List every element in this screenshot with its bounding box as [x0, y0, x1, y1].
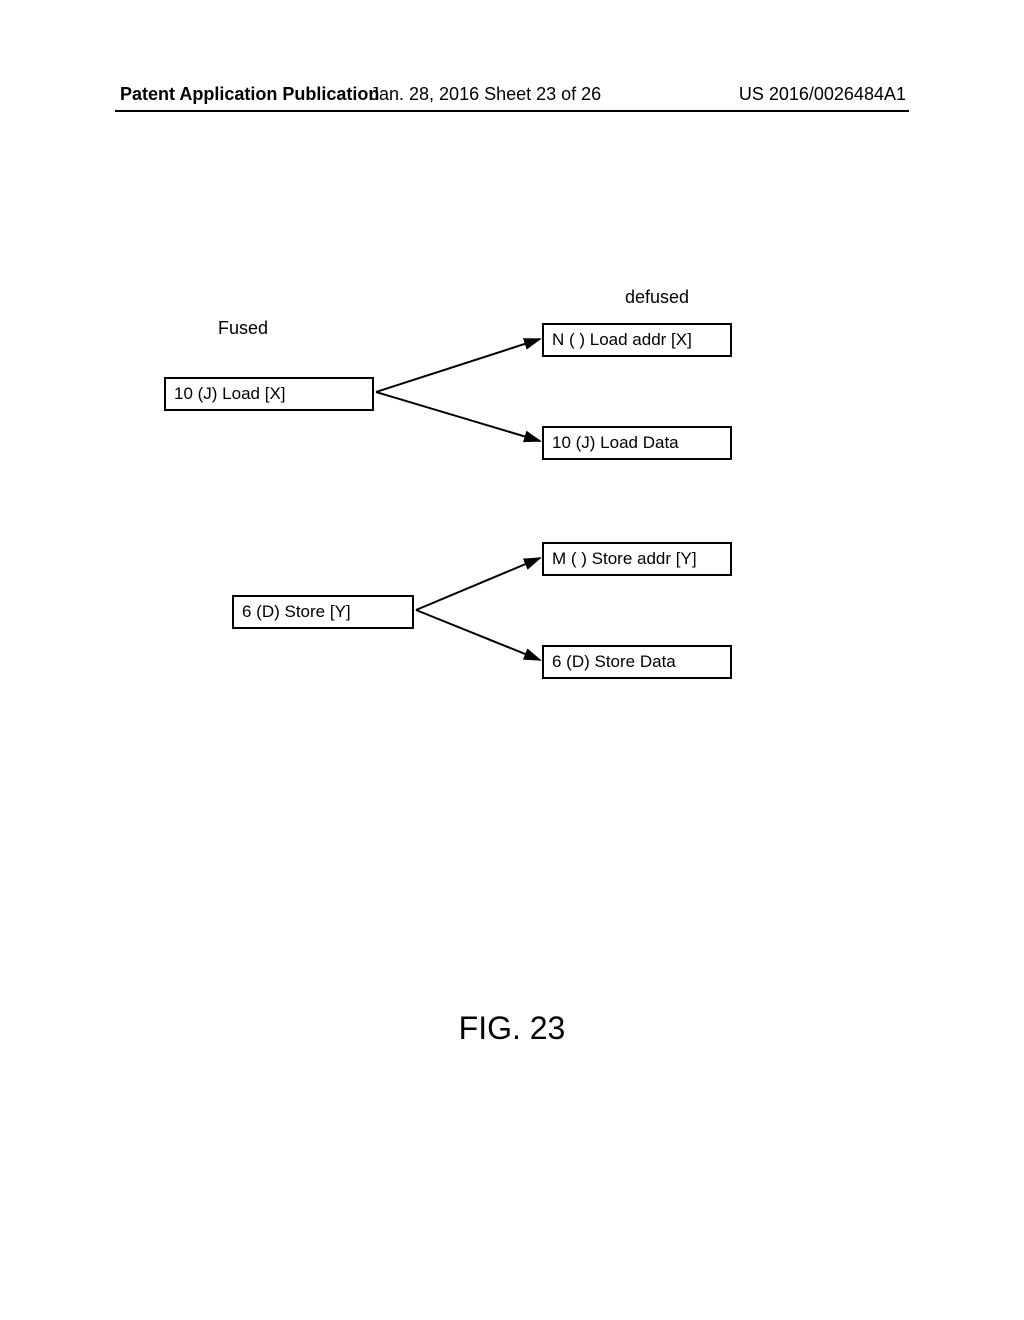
box-load-addr: N ( ) Load addr [X]	[542, 323, 732, 357]
arrow-load-addr	[376, 339, 540, 392]
arrow-store-addr	[416, 558, 540, 610]
box-fused-load: 10 (J) Load [X]	[164, 377, 374, 411]
box-store-data: 6 (D) Store Data	[542, 645, 732, 679]
arrow-store-data	[416, 610, 540, 660]
page: Patent Application Publication Jan. 28, …	[0, 0, 1024, 1320]
header-rule	[115, 110, 909, 112]
figure-caption: FIG. 23	[0, 1010, 1024, 1047]
box-load-data: 10 (J) Load Data	[542, 426, 732, 460]
header-date-sheet: Jan. 28, 2016 Sheet 23 of 26	[370, 84, 601, 105]
header-pubnumber: US 2016/0026484A1	[739, 84, 906, 105]
box-fused-store: 6 (D) Store [Y]	[232, 595, 414, 629]
arrow-load-data	[376, 392, 540, 441]
box-store-addr: M ( ) Store addr [Y]	[542, 542, 732, 576]
label-fused: Fused	[218, 318, 268, 339]
page-header: Patent Application Publication Jan. 28, …	[0, 84, 1024, 110]
label-defused: defused	[625, 287, 689, 308]
arrows-svg	[0, 0, 1024, 1320]
header-publication: Patent Application Publication	[120, 84, 379, 105]
